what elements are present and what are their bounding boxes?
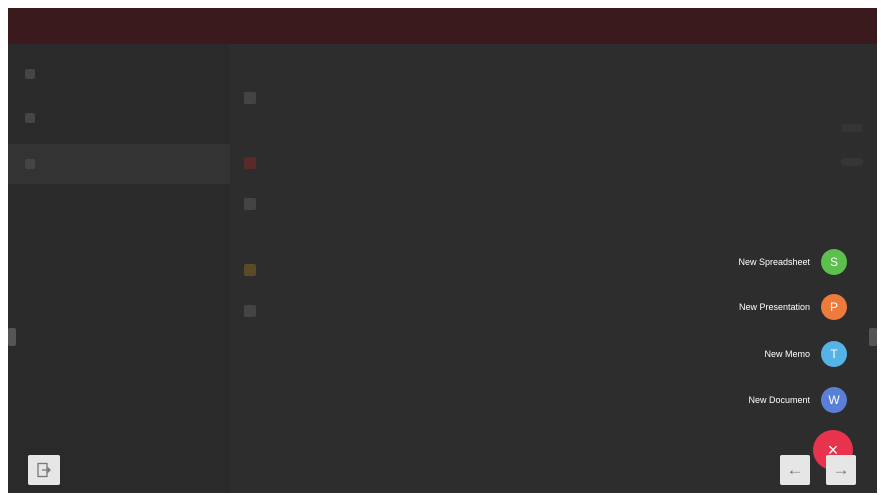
left-drawer-handle[interactable]: [8, 328, 16, 346]
folder-gray-icon: [244, 305, 256, 317]
fab-label: New Document: [748, 395, 810, 405]
fab-item-spreadsheet[interactable]: New Spreadsheet S: [738, 248, 847, 276]
fab-label: New Spreadsheet: [738, 257, 810, 267]
arrow-left-icon: ←: [786, 460, 804, 479]
presentation-icon[interactable]: P: [821, 294, 847, 320]
arrow-right-icon: →: [832, 460, 850, 479]
exit-icon: [37, 462, 51, 478]
list-item[interactable]: [244, 83, 280, 113]
back-button[interactable]: ←: [780, 455, 810, 485]
list-item[interactable]: [244, 255, 280, 285]
app-screen: New Spreadsheet S New Presentation P New…: [8, 8, 877, 493]
document-icon[interactable]: W: [821, 387, 847, 413]
fab-item-presentation[interactable]: New Presentation P: [739, 293, 847, 321]
exit-button[interactable]: [28, 455, 60, 485]
sidebar-item-2[interactable]: [8, 98, 230, 138]
fab-label: New Presentation: [738, 302, 810, 312]
star-icon: [25, 113, 35, 123]
forward-button[interactable]: →: [826, 455, 856, 485]
sidebar-item-3[interactable]: [8, 144, 230, 184]
spreadsheet-icon[interactable]: S: [821, 249, 847, 275]
fab-item-memo[interactable]: New Memo T: [764, 340, 847, 368]
grid-icon: [25, 69, 35, 79]
sidebar: [8, 44, 230, 493]
list-item[interactable]: [244, 148, 280, 178]
list-item[interactable]: [244, 189, 280, 219]
folder-icon: [25, 159, 35, 169]
folder-amber-icon: [244, 264, 256, 276]
file-gray-icon: [244, 198, 256, 210]
file-icon: [244, 92, 256, 104]
fab-label: New Memo: [764, 349, 810, 359]
sidebar-item-1[interactable]: [8, 54, 230, 94]
file-red-icon: [244, 157, 256, 169]
list-item[interactable]: [244, 296, 280, 326]
memo-icon[interactable]: T: [821, 341, 847, 367]
right-drawer-handle[interactable]: [869, 328, 877, 346]
placeholder-bar: [841, 158, 863, 166]
placeholder-bar: [841, 124, 863, 132]
top-bar: [8, 8, 877, 44]
fab-item-document[interactable]: New Document W: [748, 386, 847, 414]
